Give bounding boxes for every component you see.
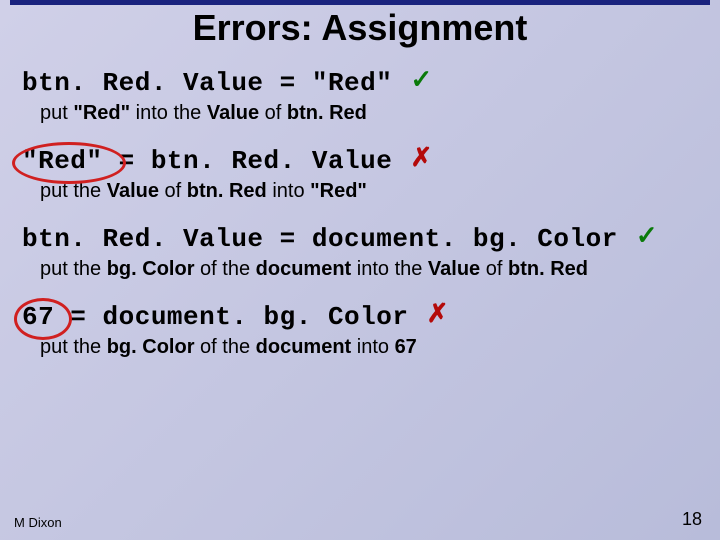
desc-text: 67 (395, 336, 417, 358)
desc-3: put the bg. Color of the document into t… (40, 257, 698, 281)
cross-icon: ✗ (410, 143, 432, 173)
check-icon: ✓ (410, 65, 432, 95)
desc-text: Value (107, 180, 159, 202)
desc-1: put "Red" into the Value of btn. Red (40, 101, 698, 125)
desc-4: put the bg. Color of the document into 6… (40, 335, 698, 359)
desc-text: of the (194, 258, 255, 280)
code-line-4: 67 = document. bg. Color ✗ (22, 303, 449, 333)
code-line-2: "Red" = btn. Red. Value ✗ (22, 147, 433, 177)
footer-page: 18 (682, 509, 702, 530)
desc-text: Value (207, 102, 259, 124)
code-text: "Red" = btn. Red. Value (22, 146, 392, 176)
title-divider (10, 0, 710, 5)
desc-text: of (480, 258, 508, 280)
example-1: btn. Red. Value = "Red" ✓ put "Red" into… (22, 69, 698, 125)
example-2: "Red" = btn. Red. Value ✗ put the Value … (22, 147, 698, 203)
desc-text: btn. Red (187, 180, 267, 202)
code-line-1: btn. Red. Value = "Red" ✓ (22, 69, 433, 99)
desc-text: put the (40, 336, 107, 358)
desc-text: of (159, 180, 187, 202)
slide-title: Errors: Assignment (0, 7, 720, 49)
desc-text: bg. Color (107, 336, 195, 358)
desc-text: put the (40, 180, 107, 202)
code-line-3: btn. Red. Value = document. bg. Color ✓ (22, 225, 658, 255)
desc-text: put the (40, 258, 107, 280)
desc-text: into (267, 180, 310, 202)
desc-text: put (40, 102, 73, 124)
desc-text: btn. Red (508, 258, 588, 280)
desc-text: document (256, 258, 352, 280)
desc-text: bg. Color (107, 258, 195, 280)
example-3: btn. Red. Value = document. bg. Color ✓ … (22, 225, 698, 281)
desc-text: into the (130, 102, 207, 124)
desc-text: into the (351, 258, 428, 280)
desc-text: btn. Red (287, 102, 367, 124)
desc-text: of the (194, 336, 255, 358)
code-text: 67 = document. bg. Color (22, 302, 408, 332)
desc-text: "Red" (310, 180, 367, 202)
check-icon: ✓ (636, 221, 658, 251)
code-text: btn. Red. Value = document. bg. Color (22, 224, 618, 254)
desc-text: Value (428, 258, 480, 280)
code-text: btn. Red. Value = "Red" (22, 68, 392, 98)
example-4: 67 = document. bg. Color ✗ put the bg. C… (22, 303, 698, 359)
cross-icon: ✗ (427, 299, 449, 329)
desc-2: put the Value of btn. Red into "Red" (40, 179, 698, 203)
desc-text: of (259, 102, 287, 124)
desc-text: "Red" (73, 102, 130, 124)
footer-author: M Dixon (14, 515, 62, 530)
slide-body: btn. Red. Value = "Red" ✓ put "Red" into… (0, 69, 720, 359)
desc-text: into (351, 336, 394, 358)
desc-text: document (256, 336, 352, 358)
